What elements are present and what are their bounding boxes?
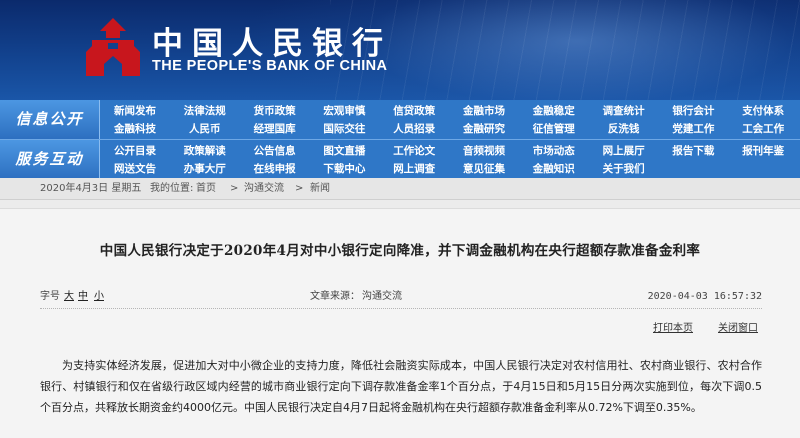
- font-size-label: 字号: [40, 291, 60, 302]
- nav-item[interactable]: 党建工作: [660, 120, 726, 138]
- nav-section-label: 信息公开: [0, 100, 100, 139]
- nav-item[interactable]: 征信管理: [521, 120, 587, 138]
- nav-item[interactable]: 调查统计: [591, 102, 657, 120]
- article-panel: 中国人民银行决定于2020年4月对中小银行定向降准，并下调金融机构在央行超额存款…: [0, 208, 800, 438]
- nav-item[interactable]: 关于我们: [591, 160, 657, 178]
- source-label: 文章来源：: [310, 291, 360, 302]
- nav-item[interactable]: 网送文告: [102, 160, 168, 178]
- nav-grid: 新闻发布 法律法规 货币政策 宏观审慎 信贷政策 金融市场 金融稳定 调查统计 银行会计 支付体系…: [102, 100, 800, 139]
- font-size-large-link[interactable]: 大: [64, 289, 74, 305]
- nav-item[interactable]: 网上调查: [381, 160, 447, 178]
- nav-item[interactable]: 新闻发布: [102, 102, 168, 120]
- article-body: 为支持实体经济发展，促进加大对中小微企业的支持力度，降低社会融资实际成本，中国人…: [40, 359, 762, 414]
- nav-item[interactable]: 金融知识: [521, 160, 587, 178]
- nav-item[interactable]: 公告信息: [242, 142, 308, 160]
- nav-item[interactable]: 市场动态: [521, 142, 587, 160]
- close-window-link[interactable]: 关闭窗口: [718, 319, 758, 334]
- header-banner: 中国人民银行 THE PEOPLE'S BANK OF CHINA: [0, 0, 800, 100]
- breadcrumb: 2020年4月3日 星期五 我的位置: 首页 > 沟通交流 > 新闻: [0, 178, 800, 200]
- nav-item[interactable]: 办事大厅: [172, 160, 238, 178]
- main-navigation: 信息公开 新闻发布 法律法规 货币政策 宏观审慎 信贷政策 金融市场 金融稳定 调查统计 银行会…: [0, 100, 800, 179]
- nav-item[interactable]: 金融市场: [451, 102, 517, 120]
- nav-item[interactable]: 银行会计: [660, 102, 726, 120]
- banner-pattern: [330, 0, 800, 100]
- nav-item[interactable]: 反洗钱: [591, 120, 657, 138]
- breadcrumb-current-link[interactable]: 新闻: [310, 178, 330, 200]
- nav-item[interactable]: 报刊年鉴: [730, 142, 796, 160]
- nav-item[interactable]: 工作论文: [381, 142, 447, 160]
- logo-chinese-title: 中国人民银行: [152, 26, 392, 62]
- nav-section-service-interaction: 服务互动 公开目录 政策解读 公告信息 图文直播 工作论文 音频视频 市场动态 网上展厅 报告下…: [0, 139, 800, 179]
- nav-item[interactable]: 人民币: [172, 120, 238, 138]
- article-title: 中国人民银行决定于2020年4月对中小银行定向降准，并下调金融机构在央行超额存款…: [99, 243, 701, 259]
- article-meta: 字号 大 中 小 文章来源： 沟通交流 2020-04-03 16:57:32: [40, 289, 762, 305]
- bank-emblem-icon: [86, 18, 140, 76]
- breadcrumb-location-label: 我的位置:: [150, 183, 194, 194]
- breadcrumb-channel-link[interactable]: 沟通交流: [244, 178, 284, 200]
- nav-section-info-disclosure: 信息公开 新闻发布 法律法规 货币政策 宏观审慎 信贷政策 金融市场 金融稳定 调查统计 银行会…: [0, 100, 800, 139]
- logo-english-title: THE PEOPLE'S BANK OF CHINA: [152, 58, 388, 74]
- nav-item[interactable]: 音频视频: [451, 142, 517, 160]
- font-size-small-link[interactable]: 小: [94, 289, 104, 305]
- nav-item[interactable]: 下载中心: [311, 160, 377, 178]
- nav-item[interactable]: 金融科技: [102, 120, 168, 138]
- nav-item[interactable]: 报告下载: [660, 142, 726, 160]
- nav-section-label: 服务互动: [0, 140, 100, 179]
- source-value: 沟通交流: [362, 291, 402, 302]
- nav-item[interactable]: 经理国库: [242, 120, 308, 138]
- current-date: 2020年4月3日 星期五: [40, 183, 142, 194]
- nav-item[interactable]: 网上展厅: [591, 142, 657, 160]
- nav-item[interactable]: 法律法规: [172, 102, 238, 120]
- nav-item[interactable]: 意见征集: [451, 160, 517, 178]
- nav-item[interactable]: 货币政策: [242, 102, 308, 120]
- nav-item[interactable]: 人员招录: [381, 120, 447, 138]
- nav-item[interactable]: 工会工作: [730, 120, 796, 138]
- nav-item[interactable]: 公开目录: [102, 142, 168, 160]
- nav-item[interactable]: 国际交往: [311, 120, 377, 138]
- article-timestamp: 2020-04-03 16:57:32: [647, 291, 762, 302]
- breadcrumb-home-link[interactable]: 首页: [196, 178, 216, 200]
- nav-item[interactable]: 图文直播: [311, 142, 377, 160]
- font-size-medium-link[interactable]: 中: [78, 289, 88, 305]
- nav-item[interactable]: 支付体系: [730, 102, 796, 120]
- nav-item[interactable]: 宏观审慎: [311, 102, 377, 120]
- meta-divider: [40, 308, 762, 309]
- breadcrumb-separator: >: [295, 183, 304, 194]
- nav-grid: 公开目录 政策解读 公告信息 图文直播 工作论文 音频视频 市场动态 网上展厅 报告下载 报刊年鉴…: [102, 140, 800, 179]
- breadcrumb-separator: >: [230, 183, 239, 194]
- nav-item[interactable]: 政策解读: [172, 142, 238, 160]
- nav-item[interactable]: 金融研究: [451, 120, 517, 138]
- nav-item[interactable]: 信贷政策: [381, 102, 447, 120]
- nav-item[interactable]: 在线申报: [242, 160, 308, 178]
- print-page-link[interactable]: 打印本页: [653, 319, 693, 334]
- nav-item[interactable]: 金融稳定: [521, 102, 587, 120]
